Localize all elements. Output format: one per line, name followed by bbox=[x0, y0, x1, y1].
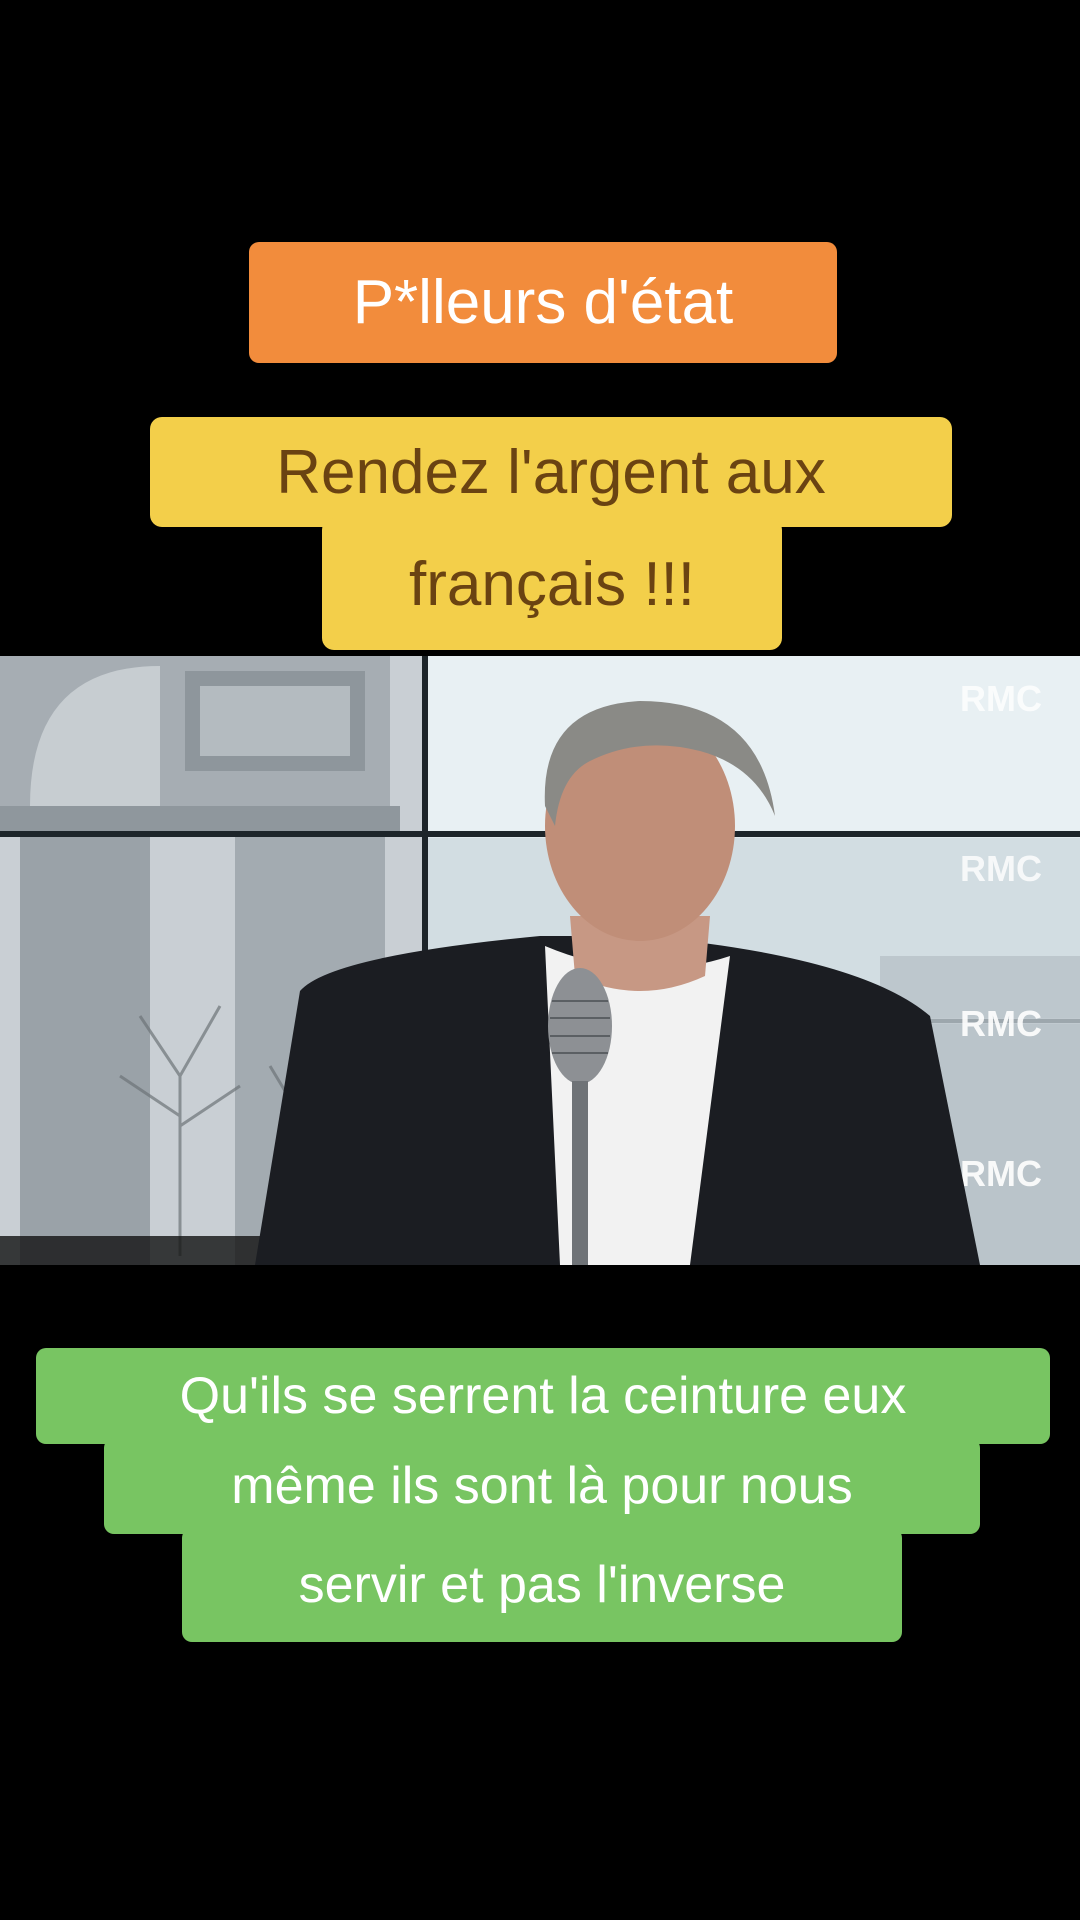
headline-caption-text-line2: français !!! bbox=[409, 549, 695, 619]
microphone-stand bbox=[572, 1081, 588, 1265]
arch-pillar-left bbox=[20, 836, 150, 1265]
rmc-logo-2: RMC bbox=[960, 848, 1042, 889]
rmc-logo-4: RMC bbox=[960, 1153, 1042, 1194]
title-caption-text: P*lleurs d'état bbox=[352, 268, 734, 337]
subtitle-caption-text-line3: servir et pas l'inverse bbox=[298, 1556, 786, 1614]
title-caption-box: P*lleurs d'état bbox=[249, 242, 837, 363]
video-still: RMC RMC RMC RMC bbox=[0, 656, 1080, 1265]
subtitle-caption-box-line1: Qu'ils se serrent la ceinture eux bbox=[36, 1348, 1050, 1444]
headline-caption-text-line1: Rendez l'argent aux bbox=[276, 437, 826, 507]
subtitle-caption-text-line1: Qu'ils se serrent la ceinture eux bbox=[179, 1367, 907, 1425]
microphone bbox=[548, 968, 612, 1084]
rmc-logo-1: RMC bbox=[960, 678, 1042, 719]
subtitle-caption-box-line2: même ils sont là pour nous bbox=[104, 1438, 980, 1534]
rmc-logo-3: RMC bbox=[960, 1003, 1042, 1044]
video-frame[interactable]: RMC RMC RMC RMC bbox=[0, 656, 1080, 1265]
headline-caption-box-line1: Rendez l'argent aux bbox=[150, 417, 952, 527]
headline-caption-box-line2: français !!! bbox=[322, 518, 782, 650]
subtitle-caption-box-line3: servir et pas l'inverse bbox=[182, 1528, 902, 1642]
subtitle-caption-text-line2: même ils sont là pour nous bbox=[231, 1457, 853, 1515]
